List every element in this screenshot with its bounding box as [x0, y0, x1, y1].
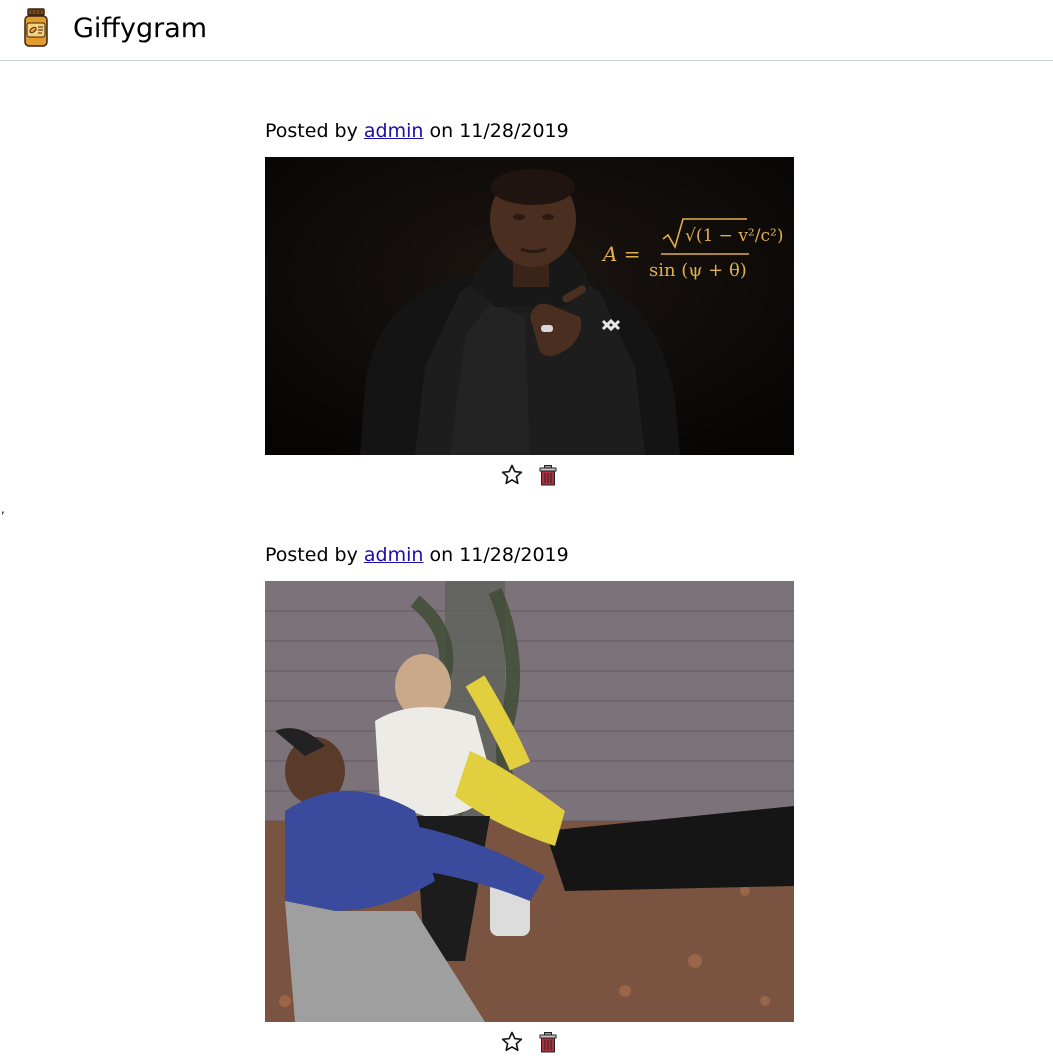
equation-lhs: A = [601, 242, 641, 266]
trash-icon[interactable] [536, 1030, 560, 1054]
post-actions [265, 463, 794, 493]
post-date: 11/28/2019 [459, 120, 569, 142]
on-label: on [429, 120, 454, 142]
post-byline: Posted by admin on 11/28/2019 [265, 118, 794, 144]
pill-bottle-icon[interactable] [22, 6, 50, 50]
equation-denominator: sin (ψ + θ) [649, 260, 747, 281]
on-label: on [429, 544, 454, 566]
author-link[interactable]: admin [364, 120, 424, 142]
navbar: Giffygram [0, 0, 1053, 61]
post-gif [265, 581, 794, 1022]
trash-icon[interactable] [536, 463, 560, 487]
post-date: 11/28/2019 [459, 544, 569, 566]
equation-numerator: √(1 − v²/c²) [685, 226, 783, 246]
star-icon[interactable] [500, 463, 524, 487]
star-icon[interactable] [500, 1030, 524, 1054]
post-card: Posted by admin on 11/28/2019 [265, 542, 794, 1060]
posted-by-label: Posted by [265, 544, 358, 566]
posted-by-label: Posted by [265, 120, 358, 142]
post-actions [265, 1030, 794, 1060]
app-title[interactable]: Giffygram [73, 11, 207, 47]
author-link[interactable]: admin [364, 544, 424, 566]
post-card: Posted by admin on 11/28/2019 [265, 118, 794, 493]
post-gif: A = √(1 − v²/c²) sin (ψ + θ) [265, 157, 794, 455]
post-byline: Posted by admin on 11/28/2019 [265, 542, 794, 568]
stray-comma: , [1, 502, 5, 516]
